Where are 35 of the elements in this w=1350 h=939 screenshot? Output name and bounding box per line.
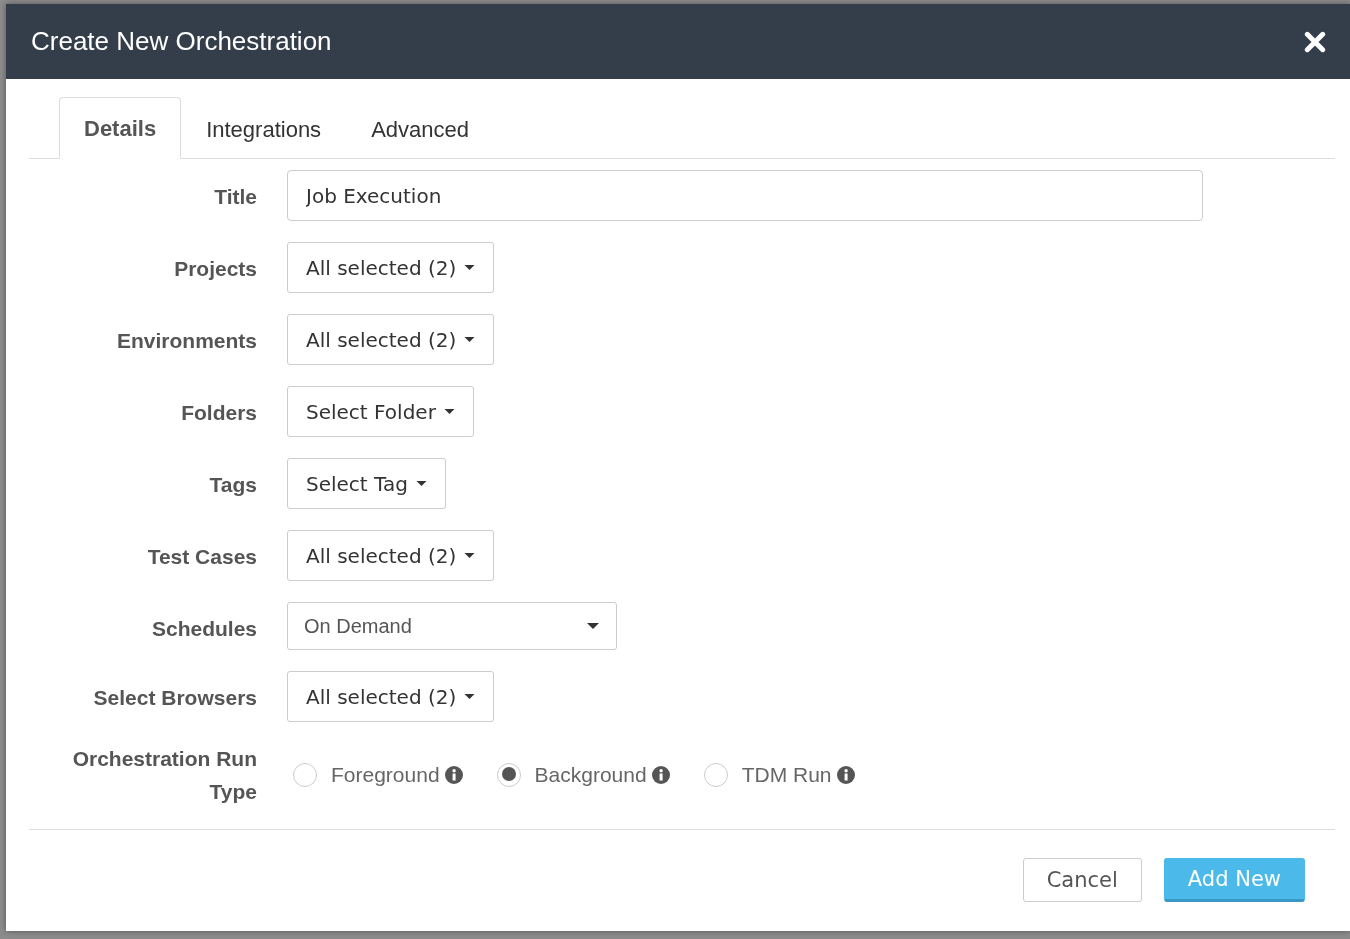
caret-icon: [464, 553, 476, 558]
radio-label: TDM Run: [741, 763, 832, 787]
window-title: Create New Orchestration: [31, 26, 332, 57]
dropdown-button[interactable]: All selected (2): [287, 671, 495, 722]
caret-icon: [415, 481, 427, 486]
field-label: Test Cases: [146, 544, 257, 570]
field-label: Schedules: [150, 616, 257, 642]
cancel-button[interactable]: Cancel: [1022, 858, 1142, 903]
dropdown-button[interactable]: All selected (2): [287, 242, 495, 293]
field-label: Orchestration Run Type: [71, 746, 257, 805]
dropdown-button[interactable]: All selected (2): [287, 314, 495, 365]
close-icon[interactable]: [1304, 30, 1326, 53]
field-label: Projects: [173, 256, 257, 282]
dropdown-button[interactable]: Select Folder: [287, 386, 474, 437]
tab[interactable]: Advanced: [346, 98, 494, 159]
caret-icon: [464, 694, 476, 699]
dropdown-button[interactable]: All selected (2): [287, 530, 495, 581]
radio-label: Background: [534, 763, 647, 787]
select-field[interactable]: On Demand: [287, 602, 617, 650]
field-label: Select Browsers: [92, 685, 257, 711]
dropdown-button[interactable]: Select Tag: [287, 458, 446, 509]
field-label: Environments: [115, 328, 257, 354]
info-icon[interactable]: [444, 766, 463, 784]
field-label: Folders: [180, 400, 257, 426]
info-icon[interactable]: [836, 766, 855, 784]
caret-icon: [587, 623, 599, 629]
tab[interactable]: Integrations: [181, 98, 347, 159]
tab[interactable]: Details: [59, 97, 182, 159]
field-label: Tags: [208, 472, 257, 498]
field-label: Title: [213, 184, 257, 210]
radio-label: Foreground: [331, 763, 440, 787]
caret-icon: [443, 409, 455, 414]
caret-icon: [464, 337, 476, 342]
info-icon[interactable]: [651, 766, 670, 784]
caret-icon: [464, 265, 476, 270]
